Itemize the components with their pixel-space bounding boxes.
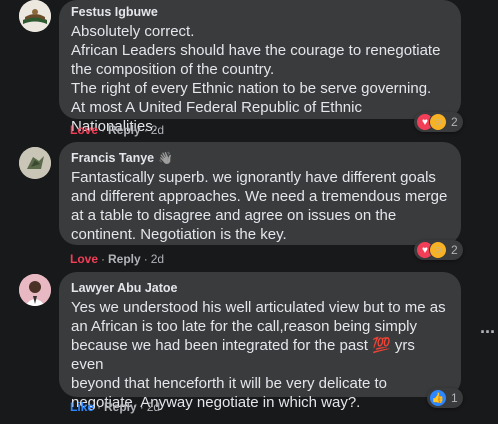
separator-dot: · (101, 252, 106, 266)
more-options-icon[interactable]: ··· (480, 322, 496, 343)
reaction-summary[interactable]: ♥ ☺ 2 (414, 240, 463, 260)
comment-bubble: Festus Igbuwe Absolutely correct. Africa… (59, 0, 461, 135)
separator-dot: · (97, 400, 102, 414)
separator-dot: · (139, 400, 144, 414)
like-reaction-button[interactable]: Like (70, 400, 94, 414)
comment-actions: Like · Reply · 2d (70, 399, 160, 415)
care-icon: ☺ (429, 113, 447, 131)
reaction-count: 2 (451, 115, 458, 129)
separator-dot: · (143, 123, 148, 137)
reply-button[interactable]: Reply (104, 400, 137, 414)
comment-timestamp[interactable]: 2d (151, 123, 164, 137)
comment-actions: Love · Reply · 2d (70, 251, 164, 267)
love-reaction-button[interactable]: Love (70, 252, 98, 266)
comment-timestamp[interactable]: 2d (151, 252, 164, 266)
separator-dot: · (143, 252, 148, 266)
avatar-image (19, 274, 51, 306)
like-icon: 👍 (429, 389, 447, 407)
wave-badge-icon: 👋 (158, 151, 174, 165)
avatar[interactable] (19, 274, 51, 306)
love-reaction-button[interactable]: Love (70, 123, 98, 137)
comment-bubble: Lawyer Abu Jatoe Yes we understood his w… (59, 272, 461, 411)
avatar[interactable] (19, 0, 51, 32)
reaction-count: 1 (451, 391, 458, 405)
reaction-summary[interactable]: ♥ ☺ 2 (414, 112, 463, 132)
comment-author[interactable]: Festus Igbuwe (71, 4, 158, 20)
comment-timestamp[interactable]: 2d (147, 400, 160, 414)
comment-text: Fantastically superb. we ignorantly have… (71, 169, 448, 243)
reply-button[interactable]: Reply (108, 252, 141, 266)
reaction-count: 2 (451, 243, 458, 257)
reply-button[interactable]: Reply (108, 123, 141, 137)
comment-bubble: Francis Tanye 👋 Fantastically superb. we … (59, 142, 461, 245)
comment-actions: Love · Reply · 2d (70, 122, 164, 138)
comment-author[interactable]: Lawyer Abu Jatoe (71, 280, 178, 296)
care-icon: ☺ (429, 241, 447, 259)
comment-text: Yes we understood his well articulated v… (71, 299, 446, 411)
reaction-summary[interactable]: 👍 1 (427, 388, 463, 408)
comment-author[interactable]: Francis Tanye (71, 150, 154, 166)
comment-text: Absolutely correct. African Leaders shou… (71, 23, 441, 135)
avatar-image (19, 147, 51, 179)
separator-dot: · (101, 123, 106, 137)
avatar[interactable] (19, 147, 51, 179)
avatar-image (19, 0, 51, 32)
